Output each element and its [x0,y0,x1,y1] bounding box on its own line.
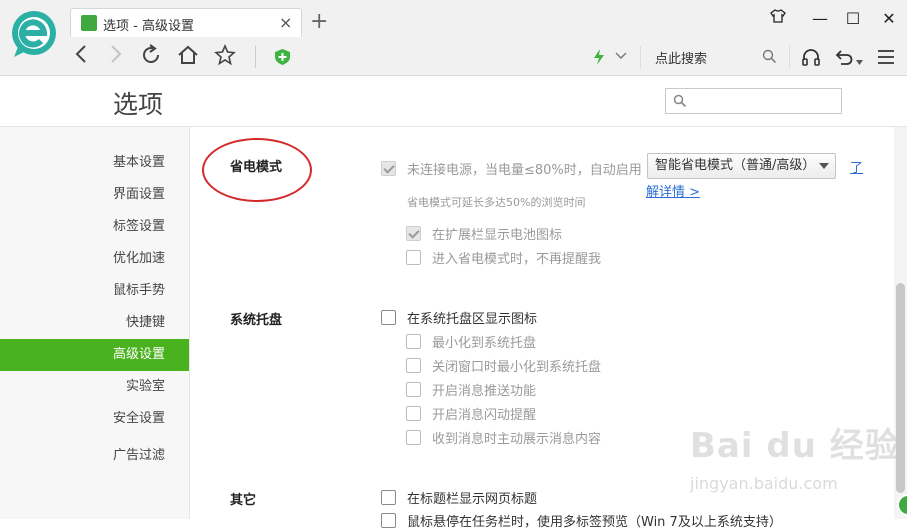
show-tray-icon-checkbox[interactable] [381,309,396,325]
sidebar-item-basic[interactable]: 基本设置 [0,147,189,179]
show-page-title-checkbox[interactable] [381,489,396,505]
show-battery-icon-option[interactable]: 在扩展栏显示电池图标 [406,224,563,243]
message-flash-checkbox[interactable] [406,405,421,421]
undo-icon[interactable] [835,48,853,70]
show-battery-icon-label: 在扩展栏显示电池图标 [432,227,563,243]
maximize-button[interactable]: ☐ [841,8,865,30]
page-title: 选项 [113,90,164,119]
no-remind-label: 进入省电模式时，不再提醒我 [432,251,602,267]
active-tab[interactable]: 选项 - 高级设置 × [70,8,302,37]
auto-show-message-label: 收到消息时主动展示消息内容 [432,431,602,447]
baidu-jingyan-watermark: Bai du 经验 jingyan.baidu.com [690,418,899,498]
message-push-option[interactable]: 开启消息推送功能 [406,380,537,399]
show-page-title-option[interactable]: 在标题栏显示网页标题 [381,488,538,507]
minimize-to-tray-label: 最小化到系统托盘 [432,335,537,351]
wrench-icon [81,15,97,31]
skin-icon[interactable] [766,8,790,30]
refresh-button[interactable] [138,44,164,70]
options-sidebar: 基本设置 界面设置 标签设置 优化加速 鼠标手势 快捷键 高级设置 实验室 安全… [0,127,190,519]
auto-enable-label: 未连接电源，当电量≤80%时，自动启用 [407,162,642,178]
message-flash-option[interactable]: 开启消息闪动提醒 [406,404,537,423]
search-icon[interactable] [762,49,777,68]
menu-icon[interactable] [877,49,895,69]
favorite-star-button[interactable] [212,43,238,70]
sidebar-item-labs[interactable]: 实验室 [0,371,189,403]
sidebar-item-ad-filter[interactable]: 广告过滤 [0,440,189,472]
tab-title: 选项 - 高级设置 [103,19,194,34]
taskbar-preview-label: 鼠标悬停在任务栏时，使用多标签预览（Win 7及以上系统支持） [407,514,782,530]
headphones-icon[interactable] [801,47,821,71]
learn-more-link[interactable]: 了 [850,157,863,176]
toolbar-divider [789,46,790,68]
power-mode-select[interactable]: 智能省电模式（普通/高级） [647,153,836,179]
minimize-to-tray-option[interactable]: 最小化到系统托盘 [406,332,537,351]
options-search-input[interactable] [692,91,837,111]
sidebar-item-advanced[interactable]: 高级设置 [0,339,189,371]
search-box-label[interactable]: 点此搜索 [655,48,707,67]
show-tray-icon-option[interactable]: 在系统托盘区显示图标 [381,308,538,327]
navigation-toolbar: 点此搜索 [0,38,907,75]
close-window-button[interactable]: ✕ [877,8,901,30]
power-mode-select-value: 智能省电模式（普通/高级） [655,158,816,173]
new-tab-button[interactable]: + [310,9,328,35]
watermark-text: Bai du 经验 [690,426,900,466]
show-battery-icon-checkbox[interactable] [406,225,421,241]
dropdown-arrow-icon [819,163,829,169]
auto-enable-power-saving-option[interactable]: 未连接电源，当电量≤80%时，自动启用 [381,159,642,178]
show-page-title-label: 在标题栏显示网页标题 [407,491,538,507]
back-button[interactable] [68,44,94,70]
auto-show-message-checkbox[interactable] [406,429,421,445]
auto-show-message-option[interactable]: 收到消息时主动展示消息内容 [406,428,602,447]
chevron-down-icon[interactable] [615,50,627,66]
show-tray-icon-label: 在系统托盘区显示图标 [407,311,538,327]
sidebar-item-mouse-gestures[interactable]: 鼠标手势 [0,275,189,307]
taskbar-preview-option[interactable]: 鼠标悬停在任务栏时，使用多标签预览（Win 7及以上系统支持） [381,511,782,530]
options-search-field[interactable] [665,88,842,114]
minimize-to-tray-checkbox[interactable] [406,333,421,349]
power-saving-hint: 省电模式可延长多达50%的浏览时间 [407,196,586,209]
sidebar-item-interface[interactable]: 界面设置 [0,179,189,211]
power-saving-bolt-icon[interactable] [593,49,605,69]
forward-button[interactable] [103,44,129,70]
minimize-button[interactable]: — [808,8,832,30]
sidebar-item-optimize[interactable]: 优化加速 [0,243,189,275]
section-title-other: 其它 [230,493,257,508]
sidebar-item-shortcuts[interactable]: 快捷键 [0,307,189,339]
security-shield-icon[interactable] [275,49,290,65]
section-title-system-tray: 系统托盘 [230,313,283,328]
toolbar-divider [640,46,641,68]
no-remind-option[interactable]: 进入省电模式时，不再提醒我 [406,248,602,267]
no-remind-checkbox[interactable] [406,249,421,265]
sidebar-item-tabs[interactable]: 标签设置 [0,211,189,243]
learn-more-link-continued[interactable]: 解详情 > [646,181,700,200]
home-button[interactable] [175,44,201,70]
chevron-down-icon[interactable] [856,54,863,69]
close-to-tray-checkbox[interactable] [406,357,421,373]
close-to-tray-label: 关闭窗口时最小化到系统托盘 [432,359,602,375]
message-flash-label: 开启消息闪动提醒 [432,407,537,423]
auto-enable-checkbox[interactable] [381,160,396,176]
close-to-tray-option[interactable]: 关闭窗口时最小化到系统托盘 [406,356,602,375]
tab-close-icon[interactable]: × [279,13,292,32]
red-circle-annotation [202,138,312,202]
toolbar-divider [255,46,256,68]
search-icon [673,94,687,108]
message-push-checkbox[interactable] [406,381,421,397]
watermark-url: jingyan.baidu.com [690,474,838,493]
browser-chrome: 选项 - 高级设置 × + — ☐ ✕ 点此搜索 [0,0,907,76]
taskbar-preview-checkbox[interactable] [381,512,396,528]
sidebar-item-security[interactable]: 安全设置 [0,403,189,435]
message-push-label: 开启消息推送功能 [432,383,537,399]
